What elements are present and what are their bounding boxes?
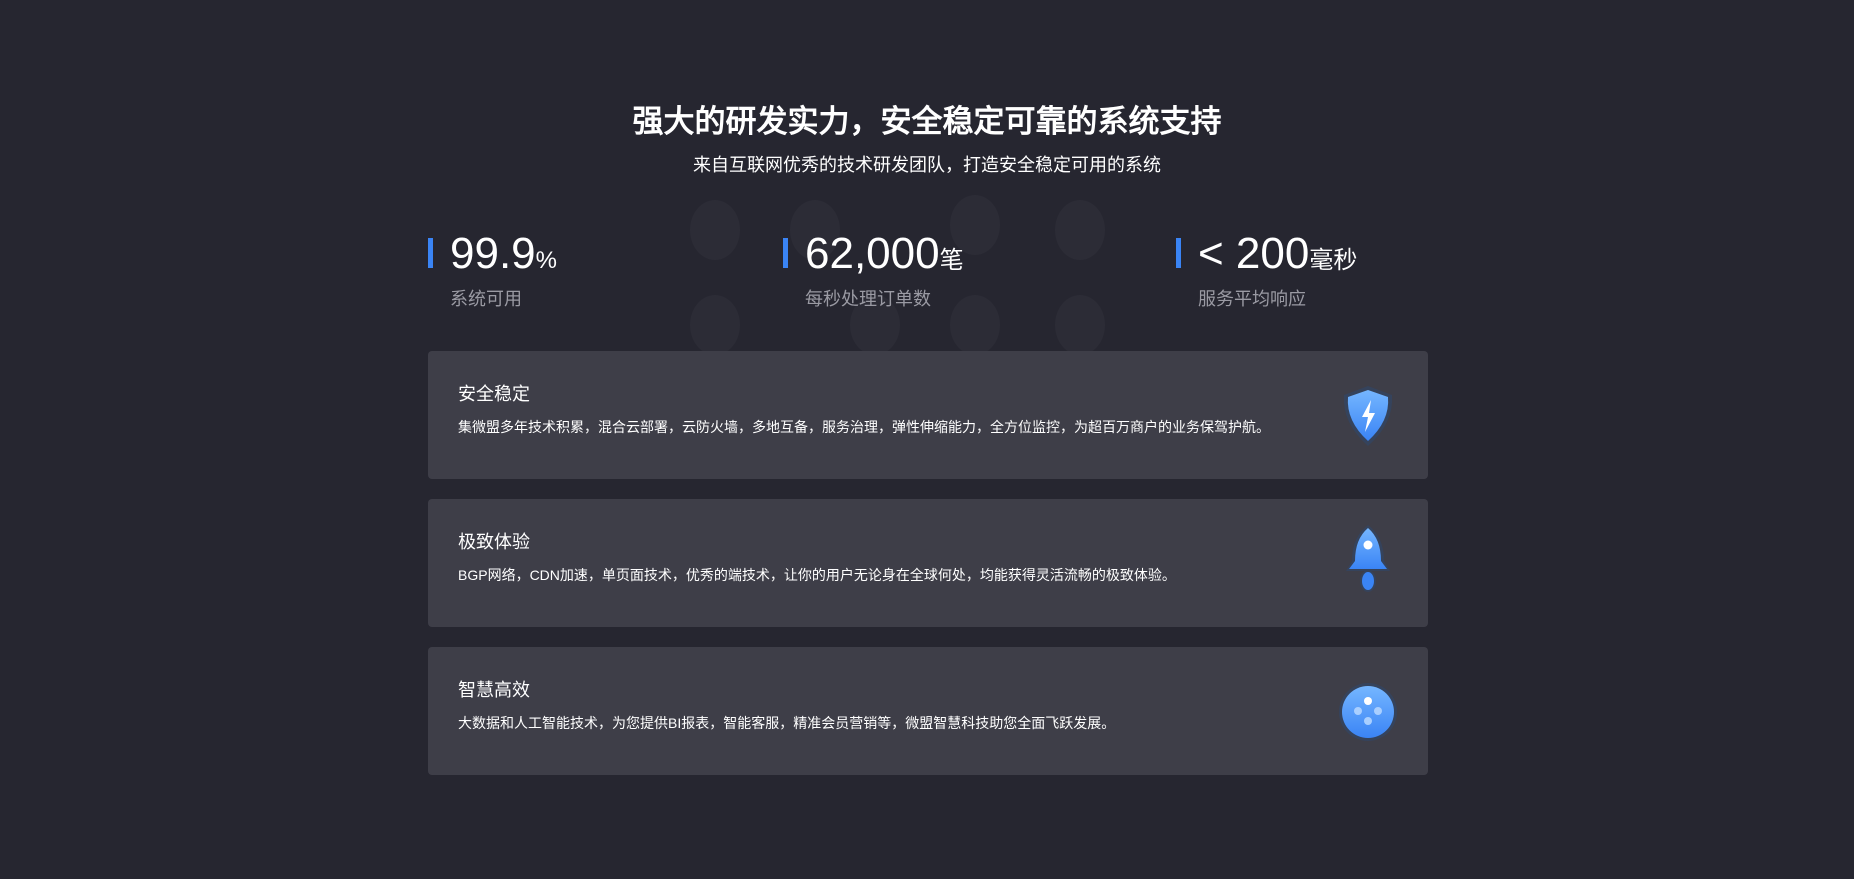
- feature-card-security: 安全稳定 集微盟多年技术积累，混合云部署，云防火墙，多地互备，服务治理，弹性伸缩…: [428, 351, 1428, 479]
- accent-bar: [428, 238, 433, 268]
- feature-card-smart: 智慧高效 大数据和人工智能技术，为您提供BI报表，智能客服，精准会员营销等，微盟…: [428, 647, 1428, 775]
- stat-value: 99.9: [450, 229, 536, 278]
- accent-bar: [783, 238, 788, 268]
- shield-lightning-icon: [1343, 386, 1393, 446]
- feature-description: 集微盟多年技术积累，混合云部署，云防火墙，多地互备，服务治理，弹性伸缩能力，全方…: [458, 419, 1270, 435]
- stat-value: < 200: [1198, 229, 1310, 278]
- feature-description: BGP网络，CDN加速，单页面技术，优秀的端技术，让你的用户无论身在全球何处，均…: [458, 567, 1176, 583]
- rocket-icon: [1346, 525, 1390, 592]
- stat-label: 系统可用: [450, 289, 522, 309]
- accent-bar: [1176, 238, 1181, 268]
- stat-unit: 毫秒: [1309, 247, 1358, 274]
- feature-title: 安全稳定: [458, 384, 530, 404]
- stat-unit: 笔: [939, 247, 964, 274]
- stat-value: 62,000: [805, 229, 940, 278]
- page-subtitle: 来自互联网优秀的技术研发团队，打造安全稳定可用的系统: [693, 155, 1161, 175]
- feature-title: 智慧高效: [458, 680, 530, 700]
- stat-unit: %: [535, 247, 557, 274]
- stat-label: 每秒处理订单数: [805, 289, 931, 309]
- page-title: 强大的研发实力，安全稳定可靠的系统支持: [632, 104, 1222, 139]
- stat-label: 服务平均响应: [1198, 289, 1306, 309]
- smart-ball-icon: [1339, 683, 1397, 741]
- feature-title: 极致体验: [458, 532, 530, 552]
- feature-description: 大数据和人工智能技术，为您提供BI报表，智能客服，精准会员营销等，微盟智慧科技助…: [458, 715, 1116, 731]
- feature-card-experience: 极致体验 BGP网络，CDN加速，单页面技术，优秀的端技术，让你的用户无论身在全…: [428, 499, 1428, 627]
